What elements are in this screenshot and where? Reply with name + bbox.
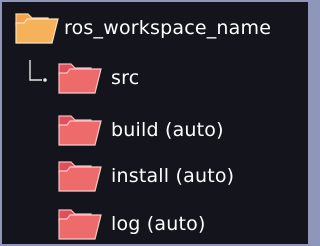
folder-open-icon [58, 115, 102, 146]
directory-tree-panel: ros_workspace_name src build (auto) inst… [2, 2, 308, 244]
tree-item-label: ros_workspace_name [64, 17, 272, 39]
tree-item-label: src [111, 67, 140, 89]
tree-item-root[interactable]: ros_workspace_name [14, 8, 271, 48]
tree-item-log[interactable]: log (auto) [57, 204, 206, 244]
folder-open-icon [15, 13, 59, 44]
tree-item-install[interactable]: install (auto) [57, 156, 234, 196]
tree-item-label: build (auto) [111, 119, 224, 141]
folder-open-icon [58, 161, 102, 192]
folder-open-icon [58, 209, 102, 240]
tree-item-src[interactable]: src [57, 58, 139, 98]
tree-item-build[interactable]: build (auto) [57, 110, 224, 150]
tree-item-label: log (auto) [111, 213, 206, 235]
folder-open-icon [58, 63, 102, 94]
tree-item-label: install (auto) [111, 165, 235, 187]
